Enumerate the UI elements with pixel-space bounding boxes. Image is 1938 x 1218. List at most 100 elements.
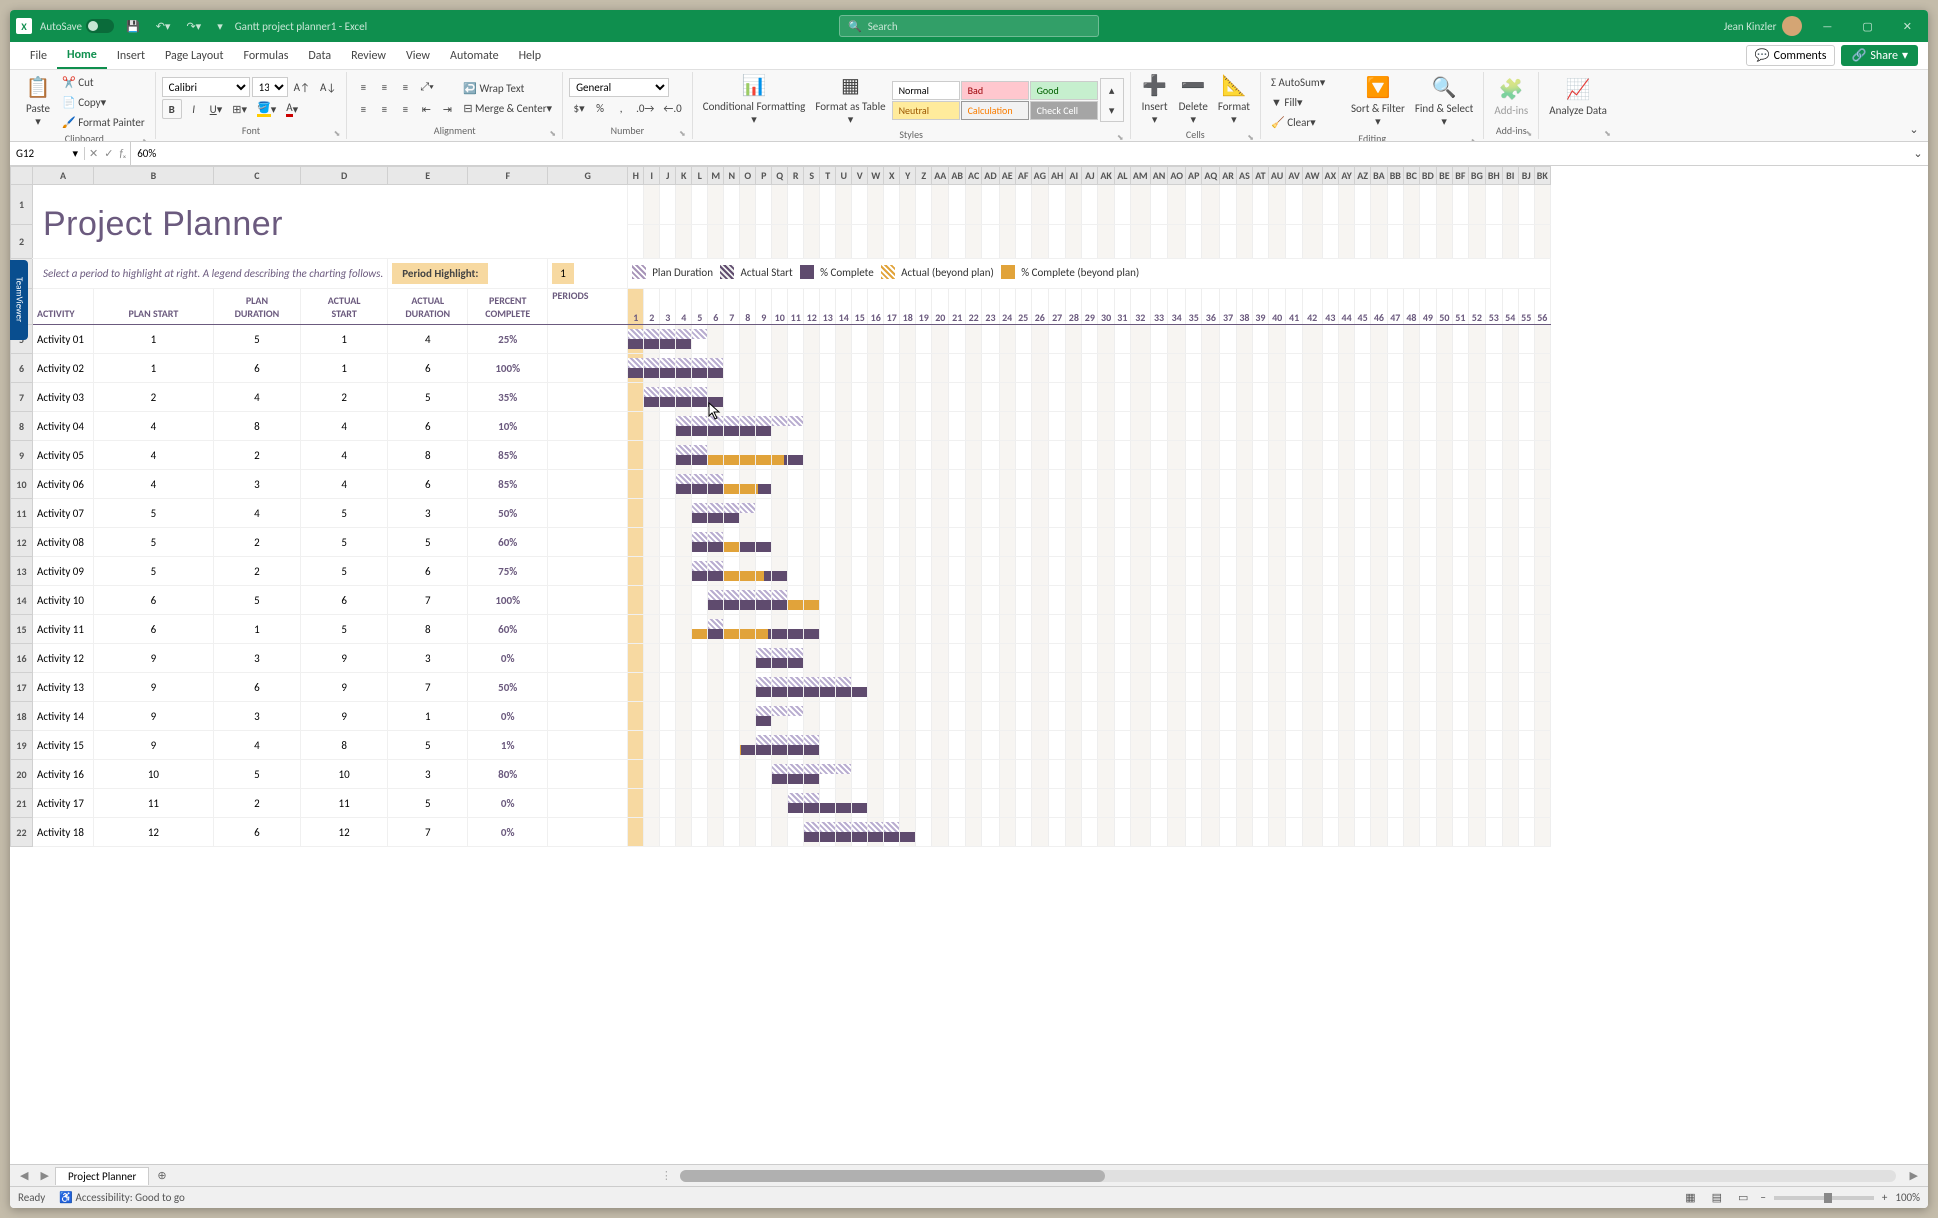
gantt-cell[interactable] xyxy=(820,325,836,354)
plan-duration[interactable]: 3 xyxy=(213,470,300,499)
gantt-cell[interactable] xyxy=(836,412,852,441)
gantt-cell[interactable] xyxy=(1302,615,1322,644)
column-header[interactable]: B xyxy=(93,167,213,185)
gantt-cell[interactable] xyxy=(999,644,1015,673)
plan-duration[interactable]: 5 xyxy=(213,586,300,615)
gantt-cell[interactable] xyxy=(1339,702,1355,731)
gantt-cell[interactable] xyxy=(676,325,692,354)
gantt-cell[interactable] xyxy=(1518,673,1534,702)
gantt-cell[interactable] xyxy=(628,528,644,557)
gantt-cell[interactable] xyxy=(1302,470,1322,499)
gantt-cell[interactable] xyxy=(1150,499,1168,528)
gantt-cell[interactable] xyxy=(1302,760,1322,789)
gantt-cell[interactable] xyxy=(1339,528,1355,557)
plan-duration[interactable]: 4 xyxy=(213,383,300,412)
gantt-cell[interactable] xyxy=(820,702,836,731)
gantt-cell[interactable] xyxy=(884,499,900,528)
gantt-cell[interactable] xyxy=(1150,789,1168,818)
actual-duration[interactable]: 5 xyxy=(388,383,468,412)
gantt-cell[interactable] xyxy=(1268,528,1285,557)
search-input[interactable]: 🔍 Search xyxy=(839,15,1099,37)
gantt-cell[interactable] xyxy=(1518,325,1534,354)
align-right-button[interactable]: ≡ xyxy=(395,99,415,119)
gantt-cell[interactable] xyxy=(1130,760,1150,789)
gantt-cell[interactable] xyxy=(804,499,820,528)
gantt-cell[interactable] xyxy=(966,644,982,673)
gantt-cell[interactable] xyxy=(1387,441,1403,470)
gantt-cell[interactable] xyxy=(1355,528,1371,557)
gantt-cell[interactable] xyxy=(1268,412,1285,441)
gantt-cell[interactable] xyxy=(1066,354,1082,383)
increase-indent-button[interactable]: ⇥ xyxy=(437,99,457,119)
add-sheet-button[interactable]: ⊕ xyxy=(149,1169,174,1182)
gantt-cell[interactable] xyxy=(1403,673,1419,702)
increase-decimal-button[interactable]: .0→ xyxy=(632,99,658,119)
gantt-cell[interactable] xyxy=(628,383,644,412)
gantt-cell[interactable] xyxy=(1387,673,1403,702)
gantt-cell[interactable] xyxy=(836,470,852,499)
column-header[interactable]: AS xyxy=(1236,167,1252,185)
gantt-cell[interactable] xyxy=(1130,441,1150,470)
gantt-cell[interactable] xyxy=(1236,557,1252,586)
gantt-cell[interactable] xyxy=(1286,412,1302,441)
gantt-cell[interactable] xyxy=(1403,760,1419,789)
gantt-cell[interactable] xyxy=(1502,325,1518,354)
gantt-cell[interactable] xyxy=(1130,644,1150,673)
column-header[interactable]: I xyxy=(644,167,660,185)
gantt-cell[interactable] xyxy=(868,731,884,760)
gantt-cell[interactable] xyxy=(852,731,868,760)
delete-cells-button[interactable]: ➖Delete▾ xyxy=(1175,72,1212,128)
gantt-cell[interactable] xyxy=(740,615,756,644)
gantt-cell[interactable] xyxy=(1339,731,1355,760)
gantt-cell[interactable] xyxy=(1202,702,1220,731)
gantt-cell[interactable] xyxy=(852,702,868,731)
gantt-cell[interactable] xyxy=(1082,789,1098,818)
plan-start[interactable]: 4 xyxy=(93,412,213,441)
gantt-cell[interactable] xyxy=(900,644,916,673)
decrease-decimal-button[interactable]: ←.0 xyxy=(659,99,685,119)
gantt-cell[interactable] xyxy=(1268,383,1285,412)
gantt-cell[interactable] xyxy=(1236,673,1252,702)
gantt-cell[interactable] xyxy=(1534,412,1550,441)
gantt-cell[interactable] xyxy=(1502,412,1518,441)
gantt-cell[interactable] xyxy=(1485,499,1502,528)
plan-start[interactable]: 1 xyxy=(93,354,213,383)
gantt-cell[interactable] xyxy=(1252,760,1268,789)
gantt-cell[interactable] xyxy=(1168,760,1186,789)
percent-complete[interactable]: 100% xyxy=(468,586,548,615)
plan-duration[interactable]: 4 xyxy=(213,499,300,528)
gantt-cell[interactable] xyxy=(1302,673,1322,702)
gantt-cell[interactable] xyxy=(1015,760,1031,789)
gantt-cell[interactable] xyxy=(660,528,676,557)
plan-start[interactable]: 9 xyxy=(93,673,213,702)
gantt-cell[interactable] xyxy=(982,673,999,702)
row-header[interactable]: 12 xyxy=(11,528,33,557)
column-header[interactable]: AA xyxy=(932,167,949,185)
gantt-cell[interactable] xyxy=(1322,325,1339,354)
gantt-cell[interactable] xyxy=(756,586,772,615)
gantt-cell[interactable] xyxy=(1322,760,1339,789)
activity-name[interactable]: Activity 13 xyxy=(33,673,94,702)
gantt-cell[interactable] xyxy=(644,412,660,441)
conditional-formatting-button[interactable]: 📊Conditional Formatting▾ xyxy=(699,72,810,128)
gantt-cell[interactable] xyxy=(1468,818,1485,847)
gantt-cell[interactable] xyxy=(1186,354,1202,383)
column-header[interactable]: AV xyxy=(1286,167,1302,185)
gantt-cell[interactable] xyxy=(756,470,772,499)
ribbon-collapse-button[interactable]: ⌄ xyxy=(1904,119,1924,139)
gantt-cell[interactable] xyxy=(1098,557,1115,586)
gantt-cell[interactable] xyxy=(804,325,820,354)
gantt-cell[interactable] xyxy=(1302,702,1322,731)
column-header[interactable]: X xyxy=(884,167,900,185)
gantt-cell[interactable] xyxy=(660,789,676,818)
gantt-cell[interactable] xyxy=(1534,557,1550,586)
gantt-cell[interactable] xyxy=(628,499,644,528)
gantt-cell[interactable] xyxy=(1252,412,1268,441)
plan-duration[interactable]: 4 xyxy=(213,731,300,760)
gantt-cell[interactable] xyxy=(1202,818,1220,847)
row-header[interactable]: 14 xyxy=(11,586,33,615)
gantt-cell[interactable] xyxy=(852,354,868,383)
gantt-cell[interactable] xyxy=(1387,383,1403,412)
gantt-cell[interactable] xyxy=(1322,702,1339,731)
actual-start[interactable]: 9 xyxy=(301,702,388,731)
